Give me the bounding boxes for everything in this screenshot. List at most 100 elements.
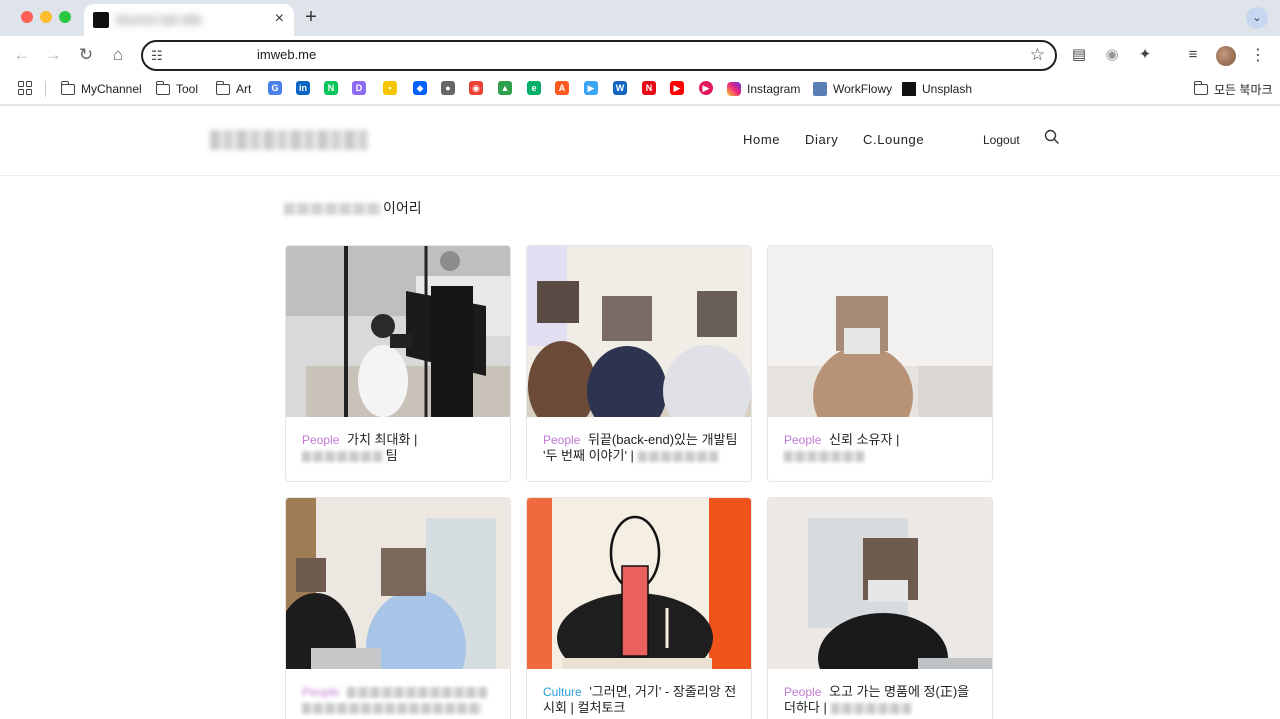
redacted-text	[347, 687, 487, 699]
all-bookmarks-folder[interactable]: 모든 북마크	[1193, 80, 1273, 97]
post-thumbnail[interactable]	[527, 246, 751, 417]
post-thumbnail[interactable]	[286, 246, 510, 417]
map-pin-bookmark-icon[interactable]: ▲	[498, 81, 512, 95]
nav-diary-link[interactable]: Diary	[805, 132, 838, 147]
bookmark-label: Instagram	[747, 82, 801, 96]
bookmark-label: Unsplash	[922, 82, 973, 96]
post-card[interactable]: People	[285, 497, 511, 719]
browser-tab-active[interactable]: blurred tab title ×	[84, 4, 294, 36]
tab-search-button[interactable]: ⌄	[1246, 7, 1268, 29]
reload-icon[interactable]: ↻	[76, 45, 96, 65]
tab-title: blurred tab title	[116, 12, 202, 27]
play-bookmark-icon[interactable]: ▶	[584, 81, 598, 95]
team-photo-image	[527, 246, 751, 417]
post-thumbnail[interactable]	[286, 498, 510, 669]
bookmark-label: Tool	[176, 82, 199, 96]
bookmark-folder-art[interactable]: Art	[215, 80, 252, 97]
category-label[interactable]: People	[302, 433, 339, 447]
post-card[interactable]: People 뒤끝(back-end)있는 개발팀 '두 번째 이야기' |	[526, 245, 752, 482]
d-app-bookmark-icon[interactable]: D	[352, 81, 366, 95]
w-app-bookmark-icon[interactable]: W	[613, 81, 627, 95]
post-card-title[interactable]: People 신뢰 소유자 |	[784, 432, 980, 464]
new-tab-button[interactable]: +	[300, 6, 322, 28]
maps-bookmark-icon[interactable]: ◉	[469, 81, 483, 95]
reading-mode-icon[interactable]: ▤	[1069, 45, 1089, 65]
netflix-bookmark-icon[interactable]: N	[642, 81, 656, 95]
section-title: 이어리	[284, 198, 422, 218]
media-control-icon[interactable]: ≡	[1183, 45, 1203, 65]
folder-icon	[1193, 80, 1208, 95]
category-label[interactable]: Culture	[543, 685, 582, 699]
redacted-text	[302, 451, 382, 463]
address-url[interactable]: imweb.me	[257, 47, 316, 62]
dropbox-bookmark-icon[interactable]: ◆	[413, 81, 427, 95]
address-bar[interactable]: ☷ imweb.me ☆	[141, 40, 1057, 71]
translate-bookmark-icon[interactable]: G	[268, 81, 282, 95]
site-header: Home Diary C.Lounge Logout	[0, 106, 1280, 176]
post-card-title[interactable]: People	[302, 684, 498, 716]
close-window-button[interactable]	[21, 11, 33, 23]
folder-icon	[60, 80, 75, 95]
notes-bookmark-icon[interactable]: ▪	[383, 81, 397, 95]
nav-lounge-link[interactable]: C.Lounge	[863, 132, 924, 147]
music-bookmark-icon[interactable]: ▶	[699, 81, 713, 95]
apple-bookmark-icon[interactable]: ●	[441, 81, 455, 95]
home-icon[interactable]: ⌂	[108, 45, 128, 65]
category-label[interactable]: People	[784, 433, 821, 447]
post-card-title[interactable]: People 오고 가는 명품에 정(正)을 더하다 |	[784, 684, 980, 716]
post-card[interactable]: People 신뢰 소유자 |	[767, 245, 993, 482]
category-label[interactable]: People	[543, 433, 580, 447]
bookmark-folder-mychannel[interactable]: MyChannel	[60, 80, 142, 97]
a-app-bookmark-icon[interactable]: A	[555, 81, 569, 95]
bookmark-star-icon[interactable]: ☆	[1030, 45, 1045, 65]
folder-icon	[155, 80, 170, 95]
post-card[interactable]: Culture '그러면, 거기' - 장줄리앙 전시회 | 컬처토크	[526, 497, 752, 719]
browser-titlebar: blurred tab title × + ⌄	[0, 0, 1280, 36]
extensions-puzzle-icon[interactable]: ✦	[1135, 45, 1155, 65]
site-info-icon[interactable]: ☷	[151, 48, 163, 64]
post-card-title[interactable]: People 뒤끝(back-end)있는 개발팀 '두 번째 이야기' |	[543, 432, 739, 464]
illustration-image	[527, 498, 751, 669]
post-thumbnail[interactable]	[768, 498, 992, 669]
tab-favicon-icon	[93, 12, 109, 28]
redacted-text	[784, 451, 864, 463]
profile-avatar[interactable]	[1216, 46, 1236, 66]
search-icon[interactable]	[1044, 129, 1060, 145]
back-arrow-icon[interactable]: ←	[12, 45, 32, 65]
minimize-window-button[interactable]	[40, 11, 52, 23]
instagram-icon	[727, 82, 741, 96]
meeting-photo-image	[286, 498, 510, 669]
post-card[interactable]: People 오고 가는 명품에 정(正)을 더하다 |	[767, 497, 993, 719]
post-card[interactable]: People 가치 최대화 | 팀	[285, 245, 511, 482]
bookmark-instagram[interactable]: Instagram	[727, 81, 800, 97]
e-app-bookmark-icon[interactable]: e	[527, 81, 541, 95]
more-menu-icon[interactable]: ⋮	[1250, 45, 1266, 65]
post-thumbnail[interactable]	[527, 498, 751, 669]
photo-studio-image	[286, 246, 510, 417]
bookmark-workflowy[interactable]: WorkFlowy	[813, 81, 892, 97]
post-card-title[interactable]: People 가치 최대화 | 팀	[302, 432, 498, 464]
linkedin-bookmark-icon[interactable]: in	[296, 81, 310, 95]
nav-home-link[interactable]: Home	[743, 132, 780, 147]
logout-link[interactable]: Logout	[983, 133, 1020, 147]
naver-bookmark-icon[interactable]: N	[324, 81, 338, 95]
youtube-bookmark-icon[interactable]: ▶	[670, 81, 684, 95]
post-title: 신뢰 소유자 |	[829, 432, 900, 447]
category-label[interactable]: People	[784, 685, 821, 699]
maximize-window-button[interactable]	[59, 11, 71, 23]
interview-photo-image	[768, 498, 992, 669]
post-title-tail: 팀	[385, 448, 398, 463]
bookmark-label: Art	[236, 82, 252, 96]
bookmark-folder-tool[interactable]: Tool	[155, 80, 199, 97]
post-thumbnail[interactable]	[768, 246, 992, 417]
apps-grid-icon[interactable]	[18, 81, 32, 95]
tab-close-button[interactable]: ×	[275, 10, 284, 28]
site-logo[interactable]	[210, 130, 368, 150]
category-label[interactable]: People	[302, 685, 339, 699]
bookmarks-separator	[45, 81, 46, 97]
post-card-title[interactable]: Culture '그러면, 거기' - 장줄리앙 전시회 | 컬처토크	[543, 684, 739, 716]
camera-icon[interactable]: ◉	[1102, 45, 1122, 65]
bookmark-unsplash[interactable]: Unsplash	[902, 81, 972, 97]
forward-arrow-icon[interactable]: →	[43, 45, 63, 65]
redacted-text	[284, 203, 382, 216]
